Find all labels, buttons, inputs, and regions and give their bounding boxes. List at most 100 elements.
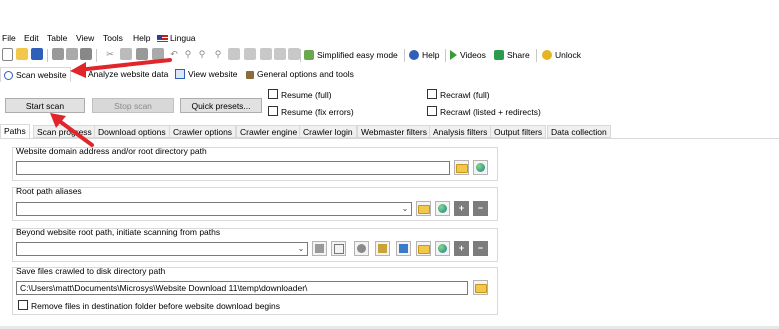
checkbox-box[interactable] [427,89,437,99]
folder-icon [455,164,468,173]
table-column-icon[interactable] [260,48,272,60]
chevron-down-icon[interactable]: ⌄ [295,243,307,255]
paste-icon[interactable] [136,48,148,60]
stop-scan-button[interactable]: Stop scan [92,98,174,113]
simplified-mode-button[interactable]: Simplified easy mode [304,47,398,63]
new-file-icon[interactable] [2,48,13,61]
tab-scan-website[interactable]: Scan website [0,67,71,82]
tab-analyze-website-data[interactable]: Analyze website data [88,67,168,81]
help-icon [409,50,419,60]
tab-view-website[interactable]: View website [175,67,237,81]
quick-presets-button[interactable]: Quick presets... [180,98,262,113]
view-website-label: View website [188,69,238,79]
remove-files-checkbox[interactable]: Remove files in destination folder befor… [18,300,280,312]
delete-icon[interactable] [152,48,164,60]
beyond-tool-4-button[interactable] [375,241,390,256]
tab-general-options[interactable]: General options and tools [246,67,354,81]
chevron-down-icon[interactable]: ⌄ [399,203,411,215]
checkbox-box[interactable] [427,106,437,116]
videos-label: Videos [460,50,486,60]
expand-icon[interactable] [274,48,286,60]
globe-icon [476,163,485,172]
recrawl-full-checkbox[interactable]: Recrawl (full) [427,89,490,101]
share-button[interactable]: Share [494,47,530,63]
toolbar-separator [96,49,97,62]
mode-tabs: Scan website Analyze website data View w… [0,66,779,82]
save-path-browse-button[interactable] [473,280,488,295]
analyze-label: Analyze website data [88,69,169,79]
save-path-input[interactable]: C:\Users\matt\Documents\Microsys\Website… [16,281,468,295]
tab-data-collection[interactable]: Data collection [547,125,611,138]
beyond-root-dropdown[interactable]: ⌄ [16,242,308,256]
videos-button[interactable]: Videos [450,47,486,63]
menu-tools[interactable]: Tools [103,32,123,45]
globe-icon [438,204,447,213]
aliases-browse-button[interactable] [416,201,431,216]
tab-crawler-engine[interactable]: Crawler engine [236,125,302,138]
tab-crawler-options[interactable]: Crawler options [169,125,237,138]
print-icon[interactable] [80,48,92,60]
key-icon [542,50,552,60]
undo-icon[interactable]: ↶ [168,48,180,60]
tab-analysis-filters[interactable]: Analysis filters [429,125,492,138]
beyond-tool-2-button[interactable] [331,241,346,256]
open-folder-icon[interactable] [16,48,28,60]
beyond-add-button[interactable]: + [454,241,469,256]
resume-full-checkbox[interactable]: Resume (full) [268,89,332,101]
replace-icon[interactable]: ⚲ [212,48,224,60]
beyond-remove-button[interactable]: − [473,241,488,256]
resume-fix-errors-checkbox[interactable]: Resume (fix errors) [268,106,354,118]
aliases-dropdown[interactable]: ⌄ [16,202,412,216]
browse-folder-button[interactable] [454,160,469,175]
toolbar-separator [445,49,446,62]
table-row-icon[interactable] [244,48,256,60]
open-website-button[interactable] [473,160,488,175]
search-next-icon[interactable]: ⚲ [196,48,208,60]
help-button[interactable]: Help [409,47,439,63]
print-preview-icon[interactable] [52,48,64,60]
start-scan-button[interactable]: Start scan [5,98,85,113]
beyond-tool-5-button[interactable] [396,241,411,256]
recrawl-full-label: Recrawl (full) [440,90,490,100]
aliases-label: Root path aliases [16,186,82,196]
beyond-root-label: Beyond website root path, initiate scann… [16,227,221,237]
collapse-icon[interactable] [288,48,300,60]
tab-webmaster-filters[interactable]: Webmaster filters [357,125,431,138]
domain-input[interactable] [16,161,450,175]
toolbar-separator [404,49,405,62]
aliases-globe-button[interactable] [435,201,450,216]
menu-view[interactable]: View [76,32,94,45]
options-tab-strip: Paths Scan progress Download options Cra… [0,124,779,139]
share-icon [494,50,504,60]
cut-icon[interactable]: ✂ [104,48,116,60]
checkbox-box[interactable] [268,106,278,116]
aliases-remove-button[interactable]: − [473,201,488,216]
aliases-add-button[interactable]: + [454,201,469,216]
search-icon[interactable]: ⚲ [182,48,194,60]
tab-download-options[interactable]: Download options [94,125,170,138]
tab-output-filters[interactable]: Output filters [490,125,547,138]
menu-help[interactable]: Help [133,32,150,45]
menu-lingua[interactable]: Lingua [157,32,196,45]
table-icon[interactable] [228,48,240,60]
tab-scan-progress[interactable]: Scan progress [33,125,96,138]
toolbar: ✂ ↶ ⚲ ⚲ ⚲ Simplified easy mode Help Vide… [0,47,779,64]
menu-table[interactable]: Table [47,32,67,45]
recrawl-listed-checkbox[interactable]: Recrawl (listed + redirects) [427,106,541,118]
menu-file[interactable]: File [2,32,16,45]
scan-website-label: Scan website [16,70,67,80]
beyond-tool-1-button[interactable] [312,241,327,256]
unlock-button[interactable]: Unlock [542,47,581,63]
checkbox-box[interactable] [268,89,278,99]
tab-paths[interactable]: Paths [0,124,30,139]
beyond-browse-button[interactable] [416,241,431,256]
beyond-globe-button[interactable] [435,241,450,256]
menu-edit[interactable]: Edit [24,32,39,45]
tab-crawler-login[interactable]: Crawler login [299,125,357,138]
save-icon[interactable] [31,48,43,60]
copy-icon[interactable] [120,48,132,60]
properties-icon[interactable] [66,48,78,60]
beyond-tool-3-button[interactable] [354,241,369,256]
resume-full-label: Resume (full) [281,90,332,100]
checkbox-box[interactable] [18,300,28,310]
